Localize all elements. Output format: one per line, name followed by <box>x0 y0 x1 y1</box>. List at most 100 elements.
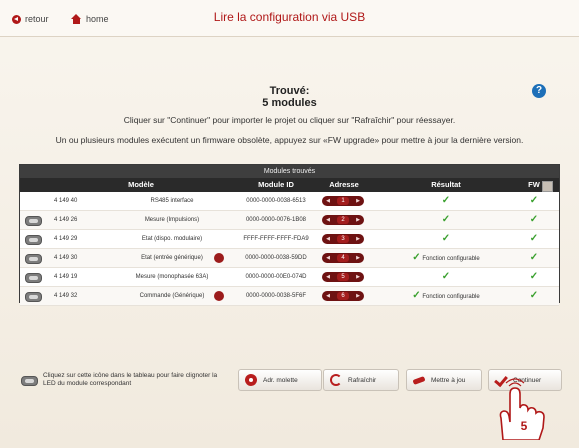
modules-table: Modules trouvés Modèle Module ID Adresse… <box>19 164 560 306</box>
header-module-id: Module ID <box>258 180 294 189</box>
legend-text: Cliquez sur cette icône dans le tableau … <box>43 372 218 387</box>
refresh-button[interactable]: Rafraîchir <box>323 369 399 391</box>
address-wheel-button[interactable]: Adr. molette <box>238 369 322 391</box>
table-caption: Modules trouvés <box>20 165 559 178</box>
result-cell: ✓ Fonction configurable <box>370 287 522 305</box>
address-decrement-icon[interactable]: ◀ <box>324 253 332 263</box>
address-increment-icon[interactable]: ▶ <box>354 196 362 206</box>
refresh-icon <box>330 374 342 386</box>
module-ref: 4 149 29 <box>54 236 78 242</box>
result-text: Fonction configurable <box>422 294 480 300</box>
address-selector[interactable]: ◀ 2 ▶ <box>322 215 364 225</box>
result-cell: ✓ <box>370 268 522 286</box>
address-selector[interactable]: ◀ 5 ▶ <box>322 272 364 282</box>
address-increment-icon[interactable]: ▶ <box>354 234 362 244</box>
fw-upgrade-label: Mettre à jou <box>431 376 466 384</box>
refresh-label: Rafraîchir <box>348 376 377 384</box>
module-name: RS485 interface <box>150 198 194 204</box>
table-row: 4 149 40 RS485 interface 0000-0000-0038-65… <box>20 192 559 211</box>
module-ref: 4 149 30 <box>54 255 78 261</box>
firmware-icon <box>413 374 425 386</box>
module-ref: 4 149 32 <box>54 293 78 299</box>
fw-upgrade-button[interactable]: Mettre à jou <box>406 369 482 391</box>
warning-dot-icon <box>214 253 224 263</box>
result-cell: ✓ <box>370 192 522 210</box>
address-value: 2 <box>337 216 349 224</box>
step-number: 5 <box>521 419 528 433</box>
led-legend: Cliquez sur cette icône dans le tableau … <box>21 372 221 394</box>
address-value: 1 <box>337 197 349 205</box>
module-ref: 4 149 26 <box>54 217 78 223</box>
led-blink-button[interactable] <box>25 273 42 283</box>
address-increment-icon[interactable]: ▶ <box>354 253 362 263</box>
module-id: 0000-0000-0038-6513 <box>246 198 306 204</box>
result-cell: ✓ <box>370 230 522 248</box>
module-name: Etat (dispo. modulaire) <box>141 236 203 242</box>
fw-ok-check-icon: ✓ <box>529 233 539 244</box>
address-value: 3 <box>337 235 349 243</box>
address-value: 6 <box>337 292 349 300</box>
table-body: 4 149 40 RS485 interface 0000-0000-0038-65… <box>20 192 559 306</box>
module-name: Mesure (monophasée 63A) <box>135 274 209 280</box>
fw-cell: ✓ <box>522 287 546 305</box>
address-increment-icon[interactable]: ▶ <box>354 215 362 225</box>
address-selector[interactable]: ◀ 4 ▶ <box>322 253 364 263</box>
page-title: Lire la configuration via USB <box>213 10 366 24</box>
found-label: Trouvé: <box>269 85 310 97</box>
header-model: Modèle <box>128 180 154 189</box>
wheel-icon <box>245 374 257 386</box>
found-count: 5 modules <box>262 97 317 109</box>
fw-cell: ✓ <box>522 268 546 286</box>
tap-hand-icon: 5 <box>499 378 545 440</box>
warning-text: Un ou plusieurs modules exécutent un fir… <box>55 135 524 145</box>
fw-cell: ✓ <box>522 230 546 248</box>
address-wheel-label: Adr. molette <box>263 376 298 384</box>
module-id: 0000-0000-0076-1B08 <box>245 217 307 223</box>
table-row: 4 149 30 Etat (entrée générique) 0000-0000… <box>20 249 559 268</box>
module-id: 0000-0000-00E0-074D <box>245 274 307 280</box>
fw-ok-check-icon: ✓ <box>529 290 539 301</box>
result-cell: ✓ <box>370 211 522 229</box>
help-icon[interactable]: ? <box>532 84 546 98</box>
address-decrement-icon[interactable]: ◀ <box>324 272 332 282</box>
ok-check-icon: ✓ <box>441 195 451 206</box>
led-blink-button[interactable] <box>25 292 42 302</box>
module-ref: 4 149 19 <box>54 274 78 280</box>
fw-ok-check-icon: ✓ <box>529 252 539 263</box>
ok-check-icon: ✓ <box>441 214 451 225</box>
result-cell: ✓ Fonction configurable <box>370 249 522 267</box>
module-id: 0000-0000-0038-59DD <box>245 255 307 261</box>
address-selector[interactable]: ◀ 6 ▶ <box>322 291 364 301</box>
address-decrement-icon[interactable]: ◀ <box>324 215 332 225</box>
led-blink-button[interactable] <box>25 235 42 245</box>
fw-ok-check-icon: ✓ <box>529 195 539 206</box>
address-value: 5 <box>337 273 349 281</box>
table-row: 4 149 26 Mesure (Impulsions) 0000-0000-007… <box>20 211 559 230</box>
fw-ok-check-icon: ✓ <box>529 271 539 282</box>
address-decrement-icon[interactable]: ◀ <box>324 234 332 244</box>
found-status: Trouvé: 5 modules <box>0 85 579 109</box>
fw-select-all-checkbox[interactable] <box>542 181 553 192</box>
address-selector[interactable]: ◀ 3 ▶ <box>322 234 364 244</box>
module-id: 0000-0000-0038-5F6F <box>245 293 307 299</box>
ok-check-icon: ✓ <box>412 252 421 263</box>
header-address: Adresse <box>329 180 359 189</box>
address-decrement-icon[interactable]: ◀ <box>324 196 332 206</box>
page: retour home Lire la configuration via US… <box>0 0 579 448</box>
ok-check-icon: ✓ <box>441 271 451 282</box>
led-blink-icon <box>21 376 38 386</box>
address-increment-icon[interactable]: ▶ <box>354 272 362 282</box>
warning-dot-icon <box>214 291 224 301</box>
address-selector[interactable]: ◀ 1 ▶ <box>322 196 364 206</box>
header-result: Résultat <box>431 180 461 189</box>
ok-check-icon: ✓ <box>412 290 421 301</box>
table-header: Modèle Module ID Adresse Résultat FW <box>20 178 559 192</box>
led-blink-button[interactable] <box>25 216 42 226</box>
table-row: 4 149 19 Mesure (monophasée 63A) 0000-0000… <box>20 268 559 287</box>
led-blink-button[interactable] <box>25 254 42 264</box>
module-id: FFFF-FFFF-FFFF-FDA9 <box>243 236 309 242</box>
address-decrement-icon[interactable]: ◀ <box>324 291 332 301</box>
result-text: Fonction configurable <box>422 256 480 262</box>
address-increment-icon[interactable]: ▶ <box>354 291 362 301</box>
fw-cell: ✓ <box>522 211 546 229</box>
